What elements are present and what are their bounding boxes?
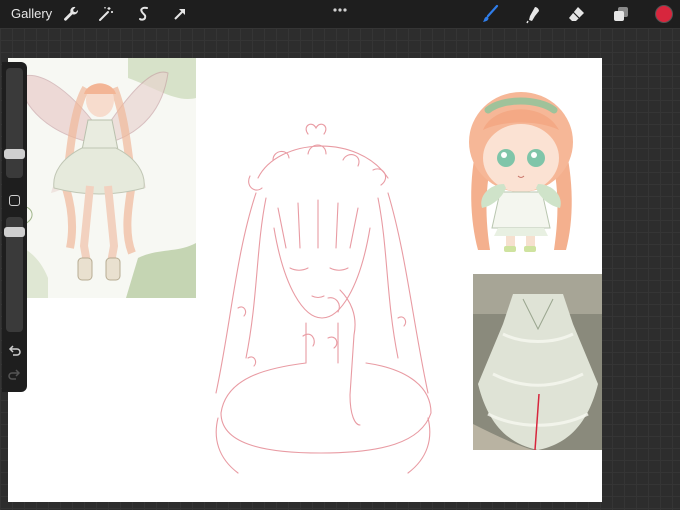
brush-size-slider[interactable]: [4, 68, 25, 178]
brush-size-thumb[interactable]: [4, 149, 25, 159]
eraser-icon[interactable]: [566, 4, 586, 24]
modify-square-icon[interactable]: [9, 195, 20, 206]
fairy-reference-image[interactable]: [8, 58, 196, 298]
current-color-swatch[interactable]: [655, 5, 673, 23]
opacity-slider[interactable]: [4, 217, 25, 332]
character-sketch: [178, 118, 458, 488]
top-toolbar: Gallery: [0, 0, 680, 28]
smudge-icon[interactable]: [523, 4, 543, 24]
sidebar: [2, 62, 27, 392]
more-options-icon[interactable]: [331, 2, 349, 12]
redo-icon[interactable]: [7, 368, 22, 383]
gallery-button[interactable]: Gallery: [11, 6, 52, 21]
transform-arrow-icon[interactable]: [170, 4, 190, 24]
magic-wand-icon[interactable]: [96, 4, 116, 24]
dress-photo-reference-image[interactable]: [473, 274, 602, 450]
chibi-reference-image[interactable]: [438, 80, 602, 254]
wrench-icon[interactable]: [61, 4, 81, 24]
opacity-thumb[interactable]: [4, 227, 25, 237]
drawing-canvas[interactable]: [8, 58, 602, 502]
brush-icon[interactable]: [480, 4, 500, 24]
undo-icon[interactable]: [7, 344, 22, 359]
layers-icon[interactable]: [611, 4, 631, 24]
selection-icon[interactable]: [134, 4, 154, 24]
